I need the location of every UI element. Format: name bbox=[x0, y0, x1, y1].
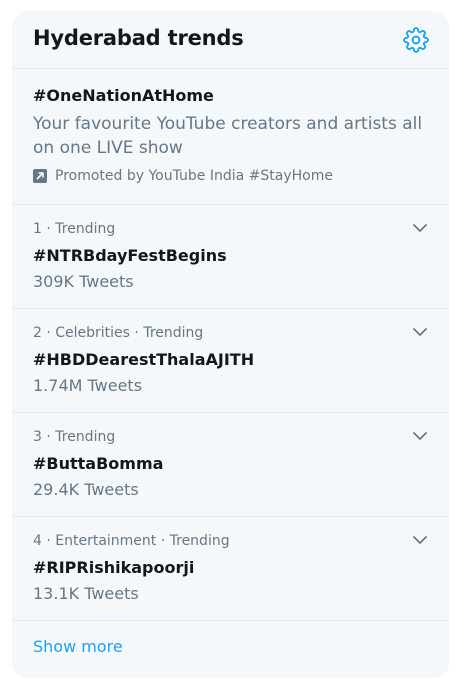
trends-title: Hyderabad trends bbox=[33, 26, 244, 50]
chevron-down-icon[interactable] bbox=[411, 531, 429, 549]
promoted-arrow-icon bbox=[33, 169, 47, 183]
trends-card: Hyderabad trends #OneNationAtHome Your f… bbox=[12, 11, 449, 678]
promoted-by-text: Promoted by YouTube India #StayHome bbox=[55, 168, 333, 184]
trend-item[interactable]: 2 · Celebrities · Trending #HBDDearestTh… bbox=[12, 309, 449, 413]
show-more-link[interactable]: Show more bbox=[33, 637, 123, 656]
trend-meta: 3 · Trending bbox=[33, 429, 116, 445]
promoted-trend[interactable]: #OneNationAtHome Your favourite YouTube … bbox=[12, 69, 449, 205]
trend-item[interactable]: 3 · Trending #ButtaBomma 29.4K Tweets bbox=[12, 413, 449, 517]
trend-name[interactable]: #ButtaBomma bbox=[33, 454, 163, 473]
trend-meta: 2 · Celebrities · Trending bbox=[33, 325, 204, 341]
trend-item[interactable]: 1 · Trending #NTRBdayFestBegins 309K Twe… bbox=[12, 205, 449, 309]
trend-name[interactable]: #HBDDearestThalaAJITH bbox=[33, 350, 254, 369]
chevron-down-icon[interactable] bbox=[411, 219, 429, 237]
trend-meta: 4 · Entertainment · Trending bbox=[33, 533, 230, 549]
trends-header: Hyderabad trends bbox=[12, 11, 449, 69]
trend-tweet-count: 309K Tweets bbox=[33, 272, 134, 291]
promoted-description: Your favourite YouTube creators and arti… bbox=[33, 114, 423, 158]
trend-item[interactable]: 4 · Entertainment · Trending #RIPRishika… bbox=[12, 517, 449, 621]
trend-meta: 1 · Trending bbox=[33, 221, 116, 237]
chevron-down-icon[interactable] bbox=[411, 427, 429, 445]
chevron-down-icon[interactable] bbox=[411, 323, 429, 341]
promoted-line: Promoted by YouTube India #StayHome bbox=[33, 168, 333, 184]
trend-name[interactable]: #RIPRishikapoorji bbox=[33, 558, 194, 577]
gear-icon[interactable] bbox=[403, 27, 429, 53]
trend-tweet-count: 1.74M Tweets bbox=[33, 376, 143, 395]
trend-name[interactable]: #NTRBdayFestBegins bbox=[33, 246, 227, 265]
trend-tweet-count: 13.1K Tweets bbox=[33, 584, 139, 603]
promoted-hashtag[interactable]: #OneNationAtHome bbox=[33, 86, 214, 105]
trend-tweet-count: 29.4K Tweets bbox=[33, 480, 139, 499]
